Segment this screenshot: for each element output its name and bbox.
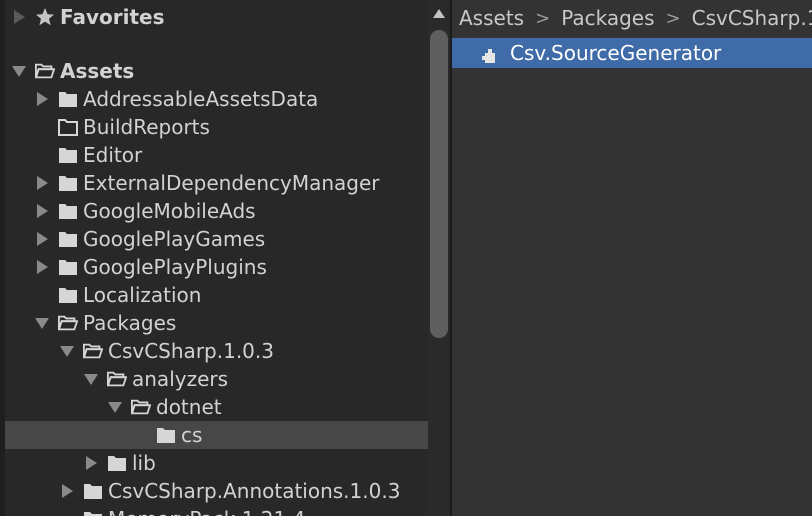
tree-item-label: lib [132, 451, 156, 475]
expand-arrow-icon[interactable] [35, 92, 49, 106]
breadcrumb: Assets > Packages > CsvCSharp.1.0.3 [452, 0, 812, 36]
collapse-arrow-icon[interactable] [84, 373, 98, 385]
breadcrumb-assets[interactable]: Assets [459, 6, 524, 30]
tree-item-label: cs [181, 423, 203, 447]
tree-item-csvcsharp-annotations[interactable]: CsvCSharp.Annotations.1.0.3 [5, 477, 428, 505]
project-tree-panel: Favorites Assets AddressableAssetsData Bu… [0, 0, 428, 516]
favorites-label: Favorites [60, 5, 165, 29]
tree-item-label: Localization [83, 283, 202, 307]
tree-item-memorypack[interactable]: MemoryPack.1.21.4 [5, 505, 428, 516]
folder-icon [58, 174, 78, 192]
folder-icon [107, 454, 127, 472]
expand-arrow-icon[interactable] [35, 176, 49, 190]
tree-item-label: ExternalDependencyManager [83, 171, 380, 195]
folder-contents-panel: Assets > Packages > CsvCSharp.1.0.3 Csv.… [452, 0, 812, 516]
tree-item-label: AddressableAssetsData [83, 87, 319, 111]
tree-item-google-play-games[interactable]: GooglePlayGames [5, 225, 428, 253]
folder-icon [58, 146, 78, 164]
breadcrumb-packages[interactable]: Packages [561, 6, 654, 30]
tree-item-label: GooglePlayGames [83, 227, 266, 251]
plugin-icon [482, 45, 498, 63]
expand-arrow-icon[interactable] [84, 456, 98, 470]
favorites-row[interactable]: Favorites [5, 3, 428, 31]
expand-arrow-icon[interactable] [35, 260, 49, 274]
assets-expand-arrow[interactable] [12, 65, 26, 77]
tree-item-packages[interactable]: Packages [5, 309, 428, 337]
folder-open-icon [83, 342, 103, 360]
file-label: Csv.SourceGenerator [510, 41, 722, 65]
tree-item-label: CsvCSharp.1.0.3 [108, 339, 274, 363]
tree-item-build-reports[interactable]: BuildReports [5, 113, 428, 141]
tree-item-label: BuildReports [83, 115, 210, 139]
star-icon [35, 8, 55, 26]
assets-row[interactable]: Assets [5, 57, 428, 85]
folder-empty-icon [58, 118, 78, 136]
tree-item-analyzers[interactable]: analyzers [5, 365, 428, 393]
tree-item-cs[interactable]: cs [5, 421, 428, 449]
folder-open-icon [35, 62, 55, 80]
scroll-up-arrow-icon[interactable] [433, 9, 445, 18]
expand-arrow-icon[interactable] [60, 484, 74, 498]
folder-icon [83, 510, 103, 516]
tree-item-localization[interactable]: Localization [5, 281, 428, 309]
folder-icon [156, 426, 176, 444]
chevron-right-icon: > [535, 7, 551, 29]
tree-item-label: MemoryPack.1.21.4 [108, 505, 305, 516]
tree-item-label: analyzers [132, 367, 229, 391]
tree-item-label: GooglePlayPlugins [83, 255, 267, 279]
folder-icon [58, 258, 78, 276]
tree-item-google-mobile-ads[interactable]: GoogleMobileAds [5, 197, 428, 225]
folder-icon [83, 482, 103, 500]
tree-item-label: Packages [83, 311, 177, 335]
collapse-arrow-icon[interactable] [108, 401, 122, 413]
folder-open-icon [107, 370, 127, 388]
tree-item-label: CsvCSharp.Annotations.1.0.3 [108, 479, 401, 503]
tree-scrollbar[interactable] [428, 0, 450, 516]
favorites-expand-arrow[interactable] [12, 10, 26, 24]
expand-arrow-icon[interactable] [35, 204, 49, 218]
tree-item-label: GoogleMobileAds [83, 199, 256, 223]
file-item-csv-source-generator[interactable]: Csv.SourceGenerator [452, 38, 812, 68]
tree-item-lib[interactable]: lib [5, 449, 428, 477]
scroll-thumb[interactable] [430, 30, 448, 338]
folder-icon [58, 286, 78, 304]
folder-open-icon [58, 314, 78, 332]
collapse-arrow-icon[interactable] [60, 345, 74, 357]
tree-item-editor[interactable]: Editor [5, 141, 428, 169]
tree-item-label: Editor [83, 143, 143, 167]
tree-item-label: dotnet [156, 395, 222, 419]
collapse-arrow-icon[interactable] [35, 317, 49, 329]
tree-item-external-dependency-manager[interactable]: ExternalDependencyManager [5, 169, 428, 197]
assets-label: Assets [60, 59, 135, 83]
tree-item-dotnet[interactable]: dotnet [5, 393, 428, 421]
chevron-right-icon: > [665, 7, 681, 29]
breadcrumb-csvcsharp[interactable]: CsvCSharp.1.0.3 [692, 6, 812, 30]
folder-open-icon [131, 398, 151, 416]
folder-icon [58, 202, 78, 220]
expand-arrow-icon[interactable] [35, 232, 49, 246]
folder-icon [58, 90, 78, 108]
folder-icon [58, 230, 78, 248]
tree-item-csvcsharp[interactable]: CsvCSharp.1.0.3 [5, 337, 428, 365]
tree-item-google-play-plugins[interactable]: GooglePlayPlugins [5, 253, 428, 281]
tree-item-addressable-assets-data[interactable]: AddressableAssetsData [5, 85, 428, 113]
